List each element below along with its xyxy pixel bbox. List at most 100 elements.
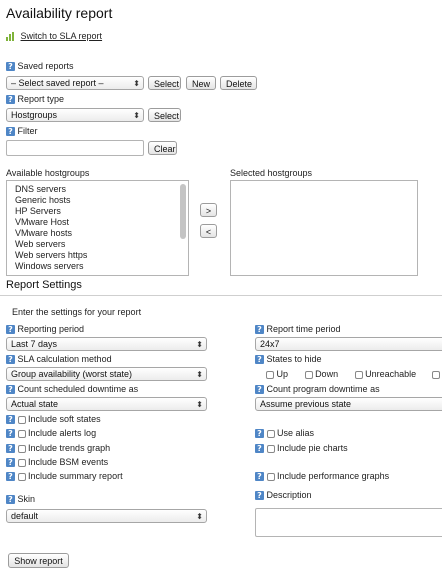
move-left-button[interactable]: < — [200, 224, 217, 238]
new-report-button[interactable]: New — [186, 76, 216, 90]
include-bsm-events-label: Include BSM events — [28, 457, 109, 467]
report-settings-heading: Report Settings — [6, 279, 82, 291]
include-pie-charts-checkbox[interactable] — [266, 444, 275, 453]
help-icon[interactable]: ? — [255, 491, 264, 501]
help-icon[interactable]: ? — [6, 458, 15, 468]
description-textarea[interactable] — [255, 508, 442, 537]
include-bsm-events-row: ? Include BSM events — [6, 457, 108, 468]
list-item[interactable]: Web servers https — [11, 250, 188, 261]
hide-down-checkbox[interactable] — [304, 370, 313, 379]
saved-reports-label-row: ? Saved reports — [6, 61, 74, 72]
list-item[interactable]: DNS servers — [11, 184, 188, 195]
hide-up-checkbox[interactable] — [266, 370, 274, 379]
report-time-period-value: 24x7 — [260, 339, 280, 349]
help-icon[interactable]: ? — [255, 429, 264, 439]
selected-hostgroups-list[interactable] — [230, 180, 418, 276]
include-performance-graphs-checkbox[interactable] — [266, 472, 275, 481]
help-icon[interactable]: ? — [6, 62, 15, 72]
help-icon[interactable]: ? — [6, 325, 15, 335]
reporting-period-label: Reporting period — [17, 324, 85, 334]
include-soft-states-label: Include soft states — [28, 414, 101, 424]
report-time-period-label-row: ? Report time period — [255, 324, 341, 335]
include-trends-graph-row: ? Include trends graph — [6, 443, 110, 454]
sla-method-label: SLA calculation method — [17, 354, 112, 364]
include-bsm-events-checkbox[interactable] — [17, 458, 26, 467]
include-alerts-log-label: Include alerts log — [28, 428, 97, 438]
list-item[interactable]: Generic hosts — [11, 195, 188, 206]
include-alerts-log-checkbox[interactable] — [17, 429, 26, 438]
saved-report-select-button[interactable]: Select — [148, 76, 181, 90]
hide-unreachable-checkbox[interactable] — [354, 370, 363, 379]
sla-link-text[interactable]: Switch to SLA report — [21, 31, 103, 41]
description-label: Description — [266, 490, 312, 500]
include-summary-report-row: ? Include summary report — [6, 471, 123, 482]
states-to-hide-label: States to hide — [266, 354, 322, 364]
filter-input[interactable] — [6, 140, 144, 156]
include-trends-graph-checkbox[interactable] — [17, 444, 26, 453]
include-trends-graph-label: Include trends graph — [28, 443, 111, 453]
states-to-hide-options: Up Down Unreachable P — [266, 369, 442, 380]
delete-report-button[interactable]: Delete — [220, 76, 257, 90]
select-arrow-icon: ⬍ — [196, 400, 203, 409]
help-icon[interactable]: ? — [255, 444, 264, 454]
reporting-period-value: Last 7 days — [11, 339, 58, 349]
list-item[interactable]: HP Servers — [11, 206, 188, 217]
help-icon[interactable]: ? — [6, 127, 15, 137]
help-icon[interactable]: ? — [255, 325, 264, 335]
saved-report-select[interactable]: – Select saved report – ⬍ — [6, 76, 144, 90]
hide-pending-checkbox[interactable] — [431, 370, 440, 379]
bar-chart-icon — [6, 32, 18, 42]
show-report-button[interactable]: Show report — [8, 553, 69, 568]
description-label-row: ? Description — [255, 490, 312, 501]
report-type-select-button[interactable]: Select — [148, 108, 181, 122]
select-arrow-icon: ⬍ — [133, 79, 140, 88]
reporting-period-select[interactable]: Last 7 days ⬍ — [6, 337, 207, 351]
report-time-period-select[interactable]: 24x7 — [255, 337, 442, 351]
skin-select[interactable]: default ⬍ — [6, 509, 207, 523]
include-summary-report-checkbox[interactable] — [17, 472, 26, 481]
help-icon[interactable]: ? — [6, 472, 15, 482]
select-arrow-icon: ⬍ — [196, 512, 203, 521]
clear-filter-button[interactable]: Clear — [148, 141, 177, 155]
count-program-label: Count program downtime as — [266, 384, 380, 394]
filter-label: Filter — [17, 126, 38, 136]
help-icon[interactable]: ? — [255, 472, 264, 482]
reporting-period-label-row: ? Reporting period — [6, 324, 84, 335]
help-icon[interactable]: ? — [6, 415, 15, 425]
include-pie-charts-row: ? Include pie charts — [255, 443, 348, 454]
help-icon[interactable]: ? — [6, 429, 15, 439]
report-time-period-label: Report time period — [266, 324, 341, 334]
states-to-hide-label-row: ? States to hide — [255, 354, 322, 365]
list-item[interactable]: Windows servers — [11, 261, 188, 272]
count-program-value: Assume previous state — [260, 399, 352, 409]
report-type-value: Hostgroups — [11, 110, 58, 120]
available-hostgroups-list[interactable]: DNS servers Generic hosts HP Servers VMw… — [6, 180, 189, 276]
help-icon[interactable]: ? — [6, 385, 15, 395]
filter-label-row: ? Filter — [6, 126, 38, 137]
select-arrow-icon: ⬍ — [196, 340, 203, 349]
sla-switch-link[interactable]: Switch to SLA report — [6, 31, 102, 42]
list-item[interactable]: VMware hosts — [11, 228, 188, 239]
report-type-select[interactable]: Hostgroups ⬍ — [6, 108, 144, 122]
scrollbar[interactable] — [180, 184, 186, 239]
include-soft-states-checkbox[interactable] — [17, 415, 26, 424]
list-item[interactable]: VMware Host — [11, 217, 188, 228]
hide-unreachable-label: Unreachable — [365, 369, 417, 379]
use-alias-row: ? Use alias — [255, 428, 314, 439]
help-icon[interactable]: ? — [6, 444, 15, 454]
move-right-button[interactable]: > — [200, 203, 217, 217]
help-icon[interactable]: ? — [6, 95, 15, 105]
list-item[interactable]: Web servers — [11, 239, 188, 250]
include-summary-report-label: Include summary report — [28, 471, 123, 481]
help-icon[interactable]: ? — [6, 495, 15, 505]
use-alias-checkbox[interactable] — [266, 429, 275, 438]
count-program-select[interactable]: Assume previous state — [255, 397, 442, 411]
help-icon[interactable]: ? — [255, 385, 264, 395]
report-type-label-row: ? Report type — [6, 94, 64, 105]
sla-method-value: Group availability (worst state) — [11, 369, 133, 379]
help-icon[interactable]: ? — [6, 355, 15, 365]
help-icon[interactable]: ? — [255, 355, 264, 365]
skin-label: Skin — [17, 494, 36, 504]
count-scheduled-select[interactable]: Actual state ⬍ — [6, 397, 207, 411]
sla-method-select[interactable]: Group availability (worst state) ⬍ — [6, 367, 207, 381]
